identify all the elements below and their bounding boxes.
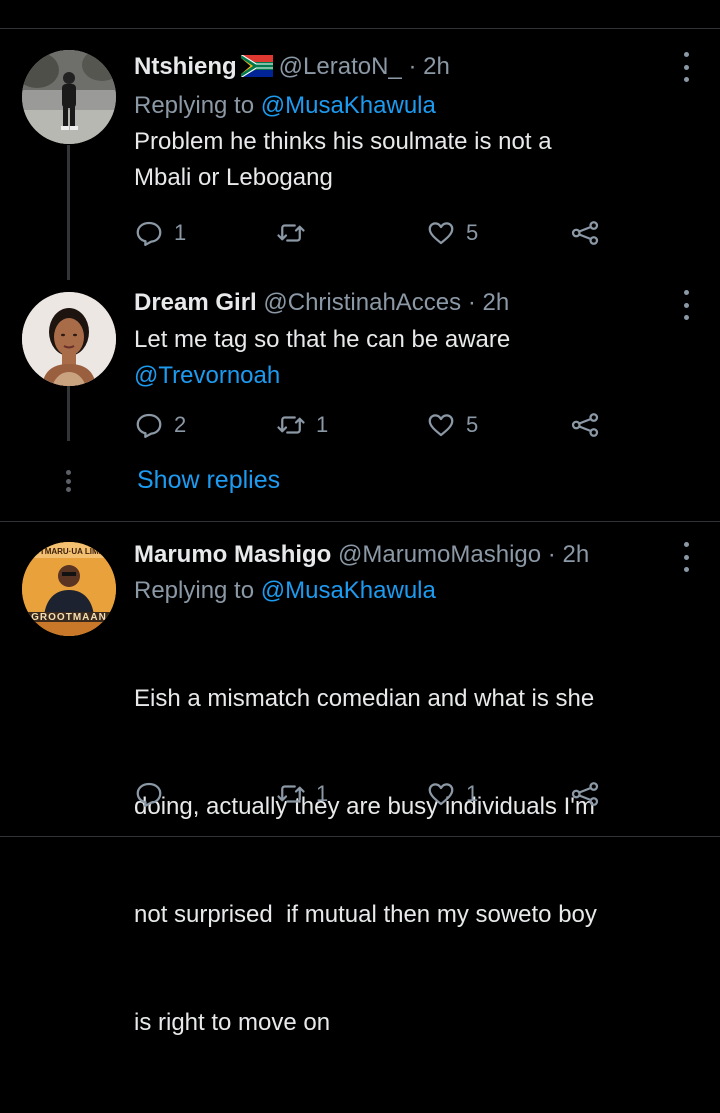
tweet-text-line: not surprised if mutual then my soweto b… <box>134 901 597 928</box>
timestamp[interactable]: 2h <box>562 541 589 568</box>
avatar-ntshieng[interactable] <box>22 50 116 144</box>
tweet-text-line: Mbali or Lebogang <box>134 164 333 191</box>
share-button[interactable] <box>570 410 600 440</box>
thread-continuation-dots <box>66 470 72 492</box>
timestamp[interactable]: 2h <box>483 289 510 316</box>
retweet-count: 1 <box>316 412 329 437</box>
tweet-header: Dream Girl @ChristinahAcces · 2h <box>134 288 690 318</box>
mention-link[interactable]: @Trevornoah <box>134 358 690 394</box>
separator-dot: · <box>467 289 476 316</box>
display-name[interactable]: Ntshieng <box>134 53 237 80</box>
tweet-text: Problem he thinks his soulmate is not a … <box>134 124 690 196</box>
reply-button[interactable]: 1 <box>134 218 186 248</box>
reply-count: 2 <box>174 412 187 437</box>
tweet-actions: 1 1 <box>134 779 614 815</box>
share-button[interactable] <box>570 779 600 809</box>
heart-icon <box>428 414 454 437</box>
section-divider <box>0 521 720 522</box>
like-count: 5 <box>466 412 479 437</box>
heart-icon <box>428 222 454 245</box>
user-handle[interactable]: @MarumoMashigo <box>338 541 541 568</box>
tweet-header: Ntshieng @LeratoN_ · 2h <box>134 52 690 85</box>
like-count: 5 <box>466 220 479 245</box>
thread-line <box>67 145 70 280</box>
replying-to: Replying to @MusaKhawula <box>134 573 690 609</box>
replying-label: Replying to <box>134 577 255 604</box>
more-options-icon[interactable] <box>682 52 690 82</box>
tweet-actions: 2 1 5 <box>134 410 614 446</box>
retweet-button[interactable]: 1 <box>276 779 328 809</box>
replying-to-link[interactable]: @MusaKhawula <box>261 577 436 604</box>
tweet-text-line: Problem he thinks his soulmate is not a <box>134 128 552 155</box>
like-button[interactable]: 1 <box>426 779 478 809</box>
share-icon <box>571 782 599 806</box>
avatar-photo-icon <box>22 50 116 144</box>
top-divider <box>0 28 720 29</box>
tweet-header: Marumo Mashigo @MarumoMashigo · 2h <box>134 540 690 570</box>
retweet-icon <box>277 416 305 434</box>
reply-icon <box>136 221 162 246</box>
show-replies-link[interactable]: Show replies <box>137 466 280 495</box>
bottom-divider <box>0 836 720 837</box>
tweet-content: Ntshieng @LeratoN_ · 2h Replying to @Mus… <box>134 52 690 196</box>
retweet-icon <box>277 224 305 242</box>
tweet-content: Marumo Mashigo @MarumoMashigo · 2h Reply… <box>134 540 690 1113</box>
more-options-icon[interactable] <box>682 290 690 320</box>
share-icon <box>571 221 599 245</box>
reply-button[interactable]: 2 <box>134 410 186 440</box>
like-button[interactable]: 5 <box>426 218 478 248</box>
separator-dot: · <box>408 53 417 80</box>
tweet-text: Eish a mismatch comedian and what is she… <box>134 609 690 1113</box>
more-options-icon[interactable] <box>682 542 690 572</box>
separator-dot: · <box>547 541 556 568</box>
user-handle[interactable]: @LeratoN_ <box>279 53 402 80</box>
display-name[interactable]: Marumo Mashigo <box>134 541 331 568</box>
avatar-photo-icon <box>22 292 116 386</box>
retweet-button[interactable]: 1 <box>276 410 328 440</box>
share-button[interactable] <box>570 218 600 248</box>
tweet-text-line: Eish a mismatch comedian and what is she <box>134 685 595 712</box>
avatar-dream-girl[interactable] <box>22 292 116 386</box>
tweet-text: Let me tag so that he can be aware @Trev… <box>134 322 690 394</box>
thread-line <box>67 386 70 441</box>
retweet-button[interactable] <box>276 218 316 248</box>
replying-label: Replying to <box>134 92 255 119</box>
avatar-banner-top: UTMARU·UA LIMP <box>34 547 104 556</box>
reply-count: 1 <box>174 220 187 245</box>
tweet-content: Dream Girl @ChristinahAcces · 2h Let me … <box>134 288 690 394</box>
replying-to-link[interactable]: @MusaKhawula <box>261 92 436 119</box>
like-button[interactable]: 5 <box>426 410 478 440</box>
south-africa-flag-icon <box>240 55 273 85</box>
avatar-banner-bottom: GROOTMAAN <box>31 612 107 623</box>
retweet-icon <box>277 785 305 803</box>
reply-button[interactable] <box>134 779 174 809</box>
timestamp[interactable]: 2h <box>423 53 450 80</box>
heart-icon <box>428 783 454 806</box>
retweet-count: 1 <box>316 781 329 806</box>
reply-icon <box>136 782 162 807</box>
share-icon <box>571 413 599 437</box>
user-handle[interactable]: @ChristinahAcces <box>263 289 461 316</box>
avatar-marumo-mashigo[interactable]: UTMARU·UA LIMP GROOTMAAN <box>22 542 116 636</box>
tweet-text-line: is right to move on <box>134 1009 331 1036</box>
display-name[interactable]: Dream Girl <box>134 289 257 316</box>
replying-to: Replying to @MusaKhawula <box>134 88 690 124</box>
tweet-text-line: Let me tag so that he can be aware <box>134 326 511 353</box>
reply-icon <box>136 413 162 438</box>
like-count: 1 <box>466 781 479 806</box>
tweet-actions: 1 5 <box>134 218 614 254</box>
